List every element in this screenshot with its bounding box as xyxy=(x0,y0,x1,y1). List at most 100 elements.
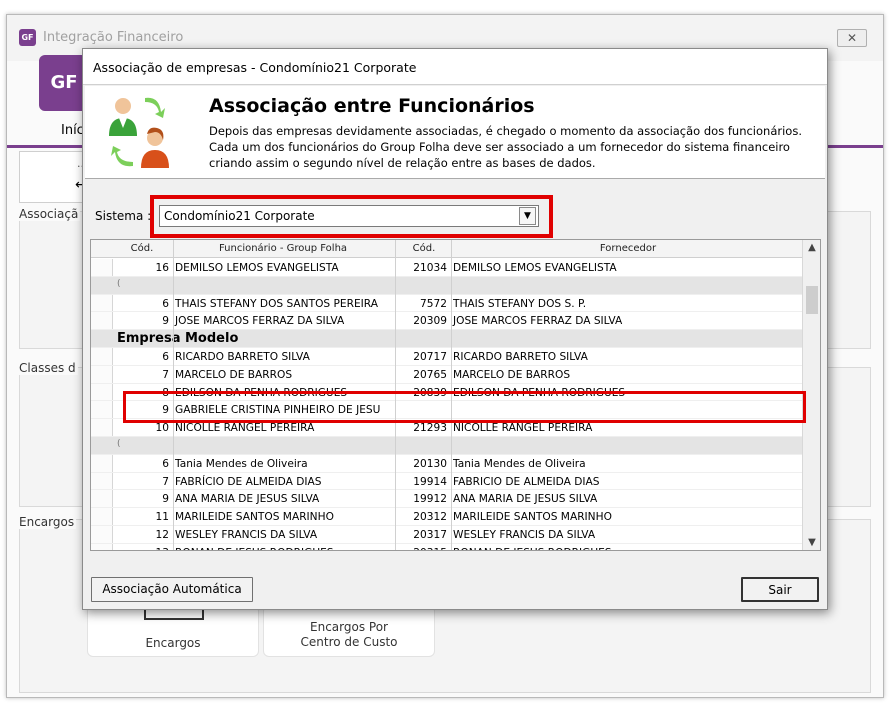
scroll-down-icon[interactable]: ▼ xyxy=(805,537,819,548)
cell-cod: 7 xyxy=(162,368,169,381)
row-indicator[interactable] xyxy=(91,365,113,383)
tab-inicio[interactable]: Iníc xyxy=(61,123,84,138)
highlight-box-row xyxy=(123,391,806,423)
dialog-titlebar: Associação de empresas - Condomínio21 Co… xyxy=(83,49,827,85)
row-indicator[interactable] xyxy=(91,526,113,543)
cell-funcionario: FABRÍCIO DE ALMEIDA DIAS xyxy=(175,475,322,488)
row-indicator[interactable] xyxy=(91,490,113,508)
cell-cod: 11 xyxy=(155,511,169,524)
col-cod[interactable]: Cód. xyxy=(115,243,169,254)
section-encargos-label: Encargos xyxy=(17,515,77,529)
col-funcionario[interactable]: Funcionário - Group Folha xyxy=(175,243,391,254)
col-cod-fornecedor[interactable]: Cód. xyxy=(397,243,451,254)
highlight-box-select xyxy=(150,195,553,238)
cell-funcionario: ANA MARIA DE JESUS SILVA xyxy=(175,493,320,506)
card-encargos-centro-custo[interactable]: Encargos Por Centro de Custo xyxy=(263,605,435,657)
main-window-title: Integração Financeiro xyxy=(43,30,184,45)
cell-cod-fornecedor: 20312 xyxy=(413,511,447,524)
header-title: Associação entre Funcionários xyxy=(209,95,535,117)
card-encargos[interactable]: Encargos xyxy=(87,605,259,657)
cell-cod-fornecedor: 20130 xyxy=(413,457,447,470)
scroll-thumb[interactable] xyxy=(806,286,818,314)
cell-funcionario: Tania Mendes de Oliveira xyxy=(175,457,308,470)
cell-funcionario: MARILEIDE SANTOS MARINHO xyxy=(175,511,334,524)
cell-cod-fornecedor: 20309 xyxy=(413,315,447,328)
table-row[interactable]: 13 RONAN DE JESUS RODRIGUES 20315 RONAN DE … xyxy=(91,543,803,550)
cell-cod: 6 xyxy=(162,457,169,470)
cell-cod-fornecedor: 19914 xyxy=(413,475,447,488)
row-indicator[interactable] xyxy=(91,294,113,312)
col-fornecedor[interactable]: Fornecedor xyxy=(453,243,803,254)
cell-cod-fornecedor: 19912 xyxy=(413,493,447,506)
section-classes-label: Classes d xyxy=(17,361,78,375)
cell-funcionario: MARCELO DE BARROS xyxy=(175,368,293,381)
cell-fornecedor: RONAN DE JESUS RODRIGUES xyxy=(453,547,612,550)
sistema-label: Sistema : xyxy=(95,209,152,223)
table-row[interactable]: 16 DEMILSO LEMOS EVANGELISTA 21034 DEMILSO … xyxy=(91,259,803,277)
card-encargos-centro-custo-label: Encargos Por Centro de Custo xyxy=(300,620,398,649)
cell-cod: 12 xyxy=(155,529,169,541)
table-row[interactable]: 6 Tania Mendes de Oliveira 20130 Tania Mend… xyxy=(91,454,803,473)
cell-funcionario: NICOLLE RANGEL PEREIRA xyxy=(175,422,315,435)
row-indicator[interactable] xyxy=(91,401,113,419)
close-button[interactable]: ✕ xyxy=(837,29,867,47)
cell-fornecedor: THAIS STEFANY DOS S. P. xyxy=(453,297,587,310)
group-label: ( xyxy=(117,278,121,289)
app-icon: GF xyxy=(19,29,36,46)
cell-fornecedor: WESLEY FRANCIS DA SILVA xyxy=(453,529,596,541)
cell-fornecedor: NICOLLE RANGEL PEREIRA xyxy=(453,422,593,435)
cell-cod-fornecedor: 21034 xyxy=(413,262,447,274)
cell-funcionario: WESLEY FRANCIS DA SILVA xyxy=(175,529,318,541)
users-exchange-icon xyxy=(109,97,169,168)
cell-cod: 9 xyxy=(162,493,169,506)
group-label: Empresa Modelo xyxy=(117,331,239,347)
cell-cod-fornecedor: 20317 xyxy=(413,529,447,541)
group-row[interactable]: ( xyxy=(91,276,803,295)
table-row[interactable]: 6 RICARDO BARRETO SILVA 20717 RICARDO BARRE… xyxy=(91,348,803,366)
group-row[interactable]: ( xyxy=(91,437,803,455)
row-indicator[interactable] xyxy=(91,259,113,276)
sair-button[interactable]: Sair xyxy=(741,577,819,602)
cell-funcionario: RONAN DE JESUS RODRIGUES xyxy=(175,547,334,550)
cell-cod-fornecedor: 20765 xyxy=(413,368,447,381)
table-row[interactable]: 11 MARILEIDE SANTOS MARINHO 20312 MARILEIDE… xyxy=(91,508,803,526)
cell-cod: 16 xyxy=(155,262,169,274)
cell-funcionario: JOSE MARCOS FERRAZ DA SILVA xyxy=(175,315,345,328)
cell-fornecedor: RICARDO BARRETO SILVA xyxy=(453,351,588,363)
table-row[interactable]: 9 JOSE MARCOS FERRAZ DA SILVA 20309 JOSE MA… xyxy=(91,312,803,331)
row-indicator[interactable] xyxy=(91,383,113,401)
cell-cod: 10 xyxy=(155,422,169,435)
row-indicator[interactable] xyxy=(91,419,113,436)
card-encargos-label: Encargos xyxy=(145,636,201,650)
row-indicator[interactable] xyxy=(91,508,113,525)
table-row[interactable]: 7 FABRÍCIO DE ALMEIDA DIAS 19914 FABRICIO D… xyxy=(91,472,803,491)
row-indicator[interactable] xyxy=(91,543,113,550)
cell-cod: 13 xyxy=(115,547,169,550)
associacao-automatica-button[interactable]: Associação Automática xyxy=(91,577,253,602)
cell-cod: 7 xyxy=(162,475,169,488)
cell-funcionario: THAIS STEFANY DOS SANTOS PEREIRA xyxy=(175,297,378,310)
cell-cod-fornecedor: 21293 xyxy=(413,422,447,435)
scroll-up-icon[interactable]: ▲ xyxy=(805,242,819,253)
header-description: Depois das empresas devidamente associad… xyxy=(209,124,802,170)
cell-cod: 6 xyxy=(162,351,169,363)
cell-fornecedor: Tania Mendes de Oliveira xyxy=(453,457,586,470)
group-row[interactable]: Empresa Modelo xyxy=(91,330,803,348)
cell-cod: 6 xyxy=(162,297,169,310)
row-indicator[interactable] xyxy=(91,312,113,330)
cell-cod: 9 xyxy=(162,315,169,328)
row-indicator[interactable] xyxy=(91,472,113,490)
cell-cod-fornecedor: 20717 xyxy=(413,351,447,363)
row-indicator[interactable] xyxy=(91,454,113,472)
row-indicator[interactable] xyxy=(91,348,113,365)
associacao-dialog: Associação de empresas - Condomínio21 Co… xyxy=(82,48,828,610)
dialog-header: Associação entre Funcionários Depois das… xyxy=(85,86,825,179)
group-label: ( xyxy=(117,439,121,449)
table-row[interactable]: 12 WESLEY FRANCIS DA SILVA 20317 WESLEY FRA… xyxy=(91,526,803,544)
table-row[interactable]: 9 ANA MARIA DE JESUS SILVA 19912 ANA MARIA … xyxy=(91,490,803,509)
cell-fornecedor: DEMILSO LEMOS EVANGELISTA xyxy=(453,262,617,274)
table-row[interactable]: 7 MARCELO DE BARROS 20765 MARCELO DE BARROS xyxy=(91,365,803,384)
cell-fornecedor: JOSE MARCOS FERRAZ DA SILVA xyxy=(453,315,623,328)
cell-funcionario: DEMILSO LEMOS EVANGELISTA xyxy=(175,262,339,274)
table-row[interactable]: 6 THAIS STEFANY DOS SANTOS PEREIRA 7572 THA… xyxy=(91,294,803,313)
